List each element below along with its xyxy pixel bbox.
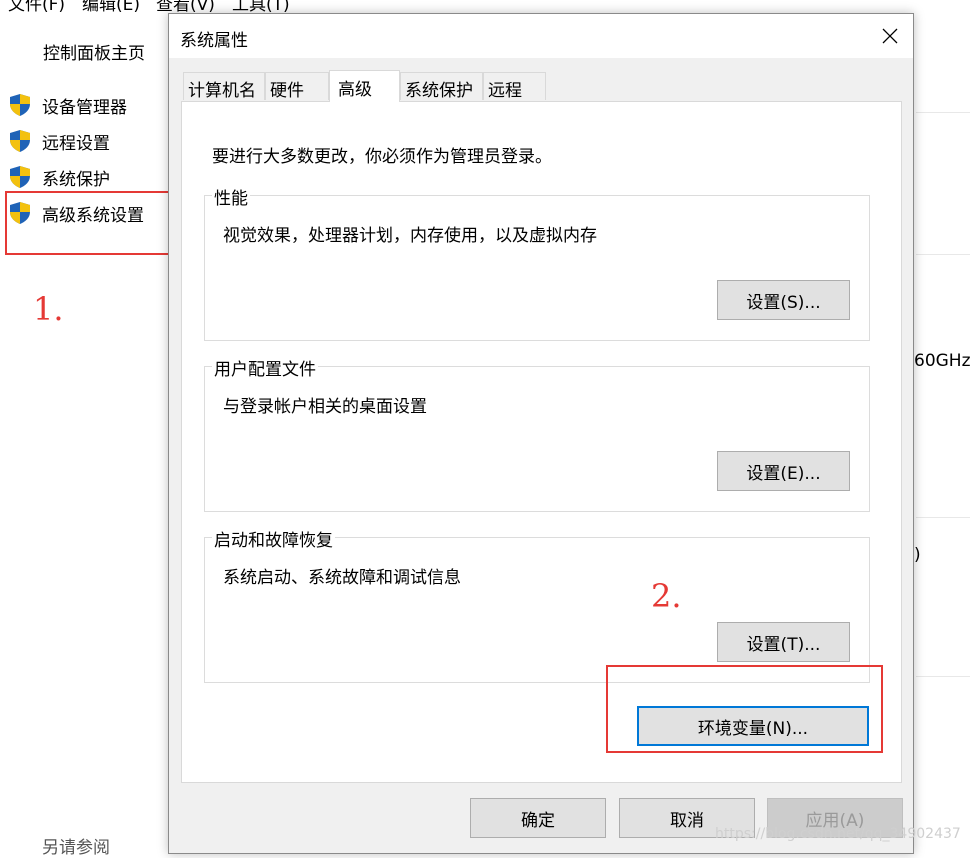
performance-description: 视觉效果，处理器计划，内存使用，以及虚拟内存	[223, 226, 597, 246]
sidebar-item-label: 设备管理器	[42, 97, 127, 118]
startup-recovery-settings-button[interactable]: 设置(T)...	[717, 622, 850, 662]
sidebar-item-label: 系统保护	[42, 169, 110, 190]
shield-icon	[10, 130, 30, 152]
tab-computer-name[interactable]: 计算机名	[183, 72, 265, 101]
tab-remote[interactable]: 远程	[483, 72, 546, 101]
tab-hardware[interactable]: 硬件	[265, 72, 329, 101]
annotation-step-2: 2.	[651, 577, 682, 615]
admin-notice: 要进行大多数更改，你必须作为管理员登录。	[212, 147, 552, 167]
shield-icon	[10, 94, 30, 116]
performance-group: 性能 视觉效果，处理器计划，内存使用，以及虚拟内存 设置(S)...	[204, 184, 870, 341]
ok-button[interactable]: 确定	[470, 798, 606, 838]
divider	[916, 112, 970, 113]
annotation-highlight-box-1	[5, 191, 178, 255]
user-profiles-settings-button[interactable]: 设置(E)...	[717, 451, 850, 491]
watermark: https://blog.csdn.net/qq_34902437	[715, 826, 961, 842]
shield-icon	[10, 166, 30, 188]
divider	[916, 254, 970, 255]
startup-recovery-legend: 启动和故障恢复	[212, 526, 335, 551]
sidebar-item-remote-settings[interactable]: 远程设置	[8, 128, 110, 154]
close-icon	[882, 28, 898, 44]
divider	[916, 517, 970, 518]
user-profiles-group: 用户配置文件 与登录帐户相关的桌面设置 设置(E)...	[204, 355, 870, 512]
annotation-step-1: 1.	[33, 290, 64, 328]
divider	[916, 676, 970, 677]
user-profiles-legend: 用户配置文件	[212, 355, 318, 380]
startup-recovery-group: 启动和故障恢复 系统启动、系统故障和调试信息 设置(T)...	[204, 526, 870, 683]
startup-recovery-description: 系统启动、系统故障和调试信息	[223, 568, 461, 588]
user-profiles-description: 与登录帐户相关的桌面设置	[223, 397, 427, 417]
annotation-highlight-box-2	[606, 665, 883, 753]
see-also-heading: 另请参阅	[42, 838, 110, 858]
performance-legend: 性能	[212, 184, 250, 209]
sidebar-item-label: 远程设置	[42, 133, 110, 154]
close-button[interactable]	[867, 14, 913, 58]
paren-fragment: )	[914, 545, 921, 565]
tab-advanced[interactable]: 高级	[329, 70, 400, 102]
menu-edit[interactable]: 编辑(E)	[82, 0, 140, 15]
menu-file[interactable]: 文件(F)	[8, 0, 65, 15]
performance-settings-button[interactable]: 设置(S)...	[717, 280, 850, 320]
menu-bar: 文件(F) 编辑(E) 查看(V) 工具(T)	[0, 0, 970, 15]
sidebar-item-device-manager[interactable]: 设备管理器	[8, 92, 127, 118]
dialog-title: 系统属性	[180, 31, 248, 51]
tab-system-protection[interactable]: 系统保护	[400, 72, 483, 101]
control-panel-home-link[interactable]: 控制面板主页	[43, 39, 145, 64]
title-bar[interactable]: 系统属性	[169, 14, 913, 58]
cpu-speed-fragment: 60GHz	[914, 351, 970, 371]
sidebar-item-system-protection[interactable]: 系统保护	[8, 164, 110, 190]
